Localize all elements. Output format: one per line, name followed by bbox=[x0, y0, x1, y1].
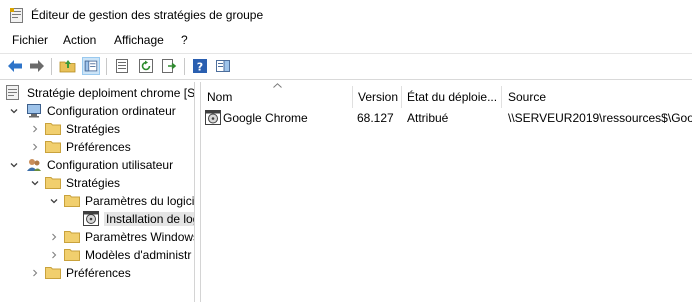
chevron-down-icon[interactable] bbox=[10, 107, 18, 115]
tree-item-label: Stratégies bbox=[66, 122, 121, 136]
chevron-right-icon[interactable] bbox=[31, 125, 39, 133]
chevron-right-icon[interactable] bbox=[31, 269, 39, 277]
folder-icon bbox=[64, 195, 80, 207]
tree-item-software-install[interactable]: Installation de log bbox=[0, 210, 194, 228]
show-hide-action-pane-icon[interactable] bbox=[214, 57, 232, 75]
folder-icon bbox=[45, 267, 61, 279]
tree-item-user-preferences[interactable]: Préférences bbox=[0, 264, 194, 282]
toolbar: ? bbox=[0, 53, 692, 80]
chevron-down-icon[interactable] bbox=[10, 161, 18, 169]
tree-item-label: Préférences bbox=[66, 140, 131, 154]
properties-icon[interactable] bbox=[113, 57, 131, 75]
software-package-icon bbox=[205, 110, 221, 125]
tree-item-software-settings[interactable]: Paramètres du logici bbox=[0, 192, 194, 210]
tree-item-label: Paramètres du logici bbox=[85, 194, 195, 208]
column-header-label: Nom bbox=[207, 90, 233, 104]
tree-item-label: Paramètres Windows bbox=[85, 230, 195, 244]
column-header-version[interactable]: Version bbox=[353, 86, 401, 110]
menu-bar: Fichier Action Affichage ? bbox=[0, 30, 692, 52]
window-title: Éditeur de gestion des stratégies de gro… bbox=[31, 8, 264, 22]
tree-item-label: Préférences bbox=[66, 266, 131, 280]
tree-item-user-config[interactable]: Configuration utilisateur bbox=[0, 156, 194, 174]
table-row[interactable]: Google Chrome 68.127 Attribué \\SERVEUR2… bbox=[201, 108, 692, 128]
menu-affichage[interactable]: Affichage bbox=[112, 33, 166, 47]
tree-item-label: Configuration utilisateur bbox=[47, 158, 174, 172]
chevron-right-icon[interactable] bbox=[50, 233, 58, 241]
chevron-right-icon[interactable] bbox=[31, 143, 39, 151]
users-icon bbox=[27, 159, 41, 171]
cell-version: 68.127 bbox=[357, 111, 394, 125]
folder-icon bbox=[45, 177, 61, 189]
show-hide-tree-icon[interactable] bbox=[82, 57, 100, 75]
chevron-down-icon[interactable] bbox=[31, 179, 39, 187]
software-install-icon bbox=[83, 211, 99, 226]
folder-icon bbox=[64, 249, 80, 261]
tree-item-label: Configuration ordinateur bbox=[47, 104, 176, 118]
menu-action[interactable]: Action bbox=[61, 33, 98, 47]
help-icon[interactable]: ? bbox=[191, 57, 209, 75]
column-header-label: Source bbox=[508, 90, 547, 104]
forward-arrow-icon[interactable] bbox=[28, 57, 46, 75]
cell-source: \\SERVEUR2019\ressources$\Googl bbox=[508, 111, 692, 125]
svg-text:?: ? bbox=[197, 61, 203, 74]
tree-item-label: Stratégies bbox=[66, 176, 121, 190]
folder-icon bbox=[45, 123, 61, 135]
tree-pane: Stratégie deploiment chrome [S Configura… bbox=[0, 82, 195, 302]
policy-document-icon bbox=[6, 85, 19, 100]
column-header-state[interactable]: État du déploie... bbox=[402, 86, 501, 110]
export-list-icon[interactable] bbox=[160, 57, 178, 75]
tree-item-computer-preferences[interactable]: Préférences bbox=[0, 138, 194, 156]
computer-icon bbox=[27, 104, 41, 118]
menu-fichier[interactable]: Fichier bbox=[10, 33, 50, 47]
list-pane: Nom Version État du déploie... Source Go… bbox=[200, 82, 692, 302]
tree-item-computer-strategies[interactable]: Stratégies bbox=[0, 120, 194, 138]
chevron-right-icon[interactable] bbox=[50, 251, 58, 259]
column-header-label: Version bbox=[358, 90, 399, 104]
title-bar: Éditeur de gestion des stratégies de gro… bbox=[0, 0, 692, 30]
column-header-name[interactable]: Nom bbox=[201, 86, 353, 110]
refresh-icon[interactable] bbox=[137, 57, 155, 75]
tree-item-computer-config[interactable]: Configuration ordinateur bbox=[0, 102, 194, 120]
folder-icon bbox=[45, 141, 61, 153]
tree-root-label: Stratégie deploiment chrome [S bbox=[27, 86, 195, 100]
up-folder-icon[interactable] bbox=[59, 57, 77, 75]
chevron-down-icon[interactable] bbox=[50, 197, 58, 205]
tree-item-label: Installation de log bbox=[104, 212, 194, 226]
tree-item-admin-templates[interactable]: Modèles d'administr bbox=[0, 246, 194, 264]
menu-help[interactable]: ? bbox=[179, 33, 190, 47]
folder-icon bbox=[64, 231, 80, 243]
tree-item-windows-settings[interactable]: Paramètres Windows bbox=[0, 228, 194, 246]
column-header-label: État du déploie... bbox=[407, 90, 498, 104]
back-arrow-icon[interactable] bbox=[6, 57, 24, 75]
tree-item-label: Modèles d'administr bbox=[85, 248, 192, 262]
cell-state: Attribué bbox=[407, 111, 449, 125]
group-policy-icon bbox=[10, 8, 23, 23]
tree-root[interactable]: Stratégie deploiment chrome [S bbox=[0, 84, 194, 102]
column-header-source[interactable]: Source bbox=[502, 86, 692, 110]
tree-item-user-strategies[interactable]: Stratégies bbox=[0, 174, 194, 192]
cell-name: Google Chrome bbox=[223, 111, 308, 125]
